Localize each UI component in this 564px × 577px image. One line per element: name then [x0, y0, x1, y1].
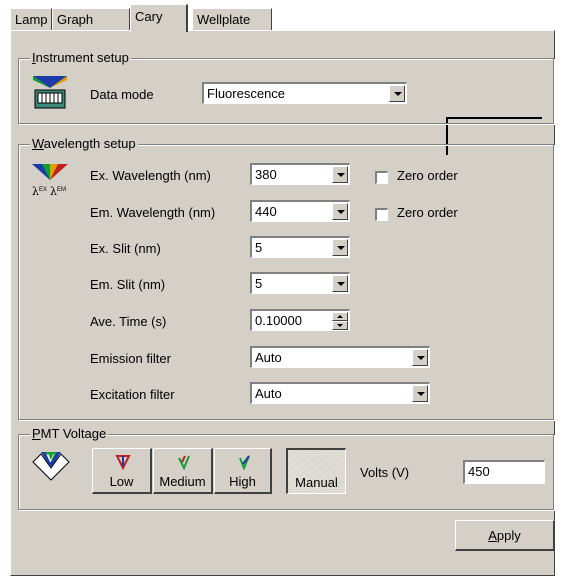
chevron-down-icon[interactable] [332, 275, 348, 292]
emission-filter-value: Auto [255, 350, 282, 365]
chevron-down-icon[interactable] [332, 203, 348, 220]
low-voltage-button[interactable]: Low [92, 448, 152, 494]
instrument-setup-title: Instrument setup [30, 50, 131, 65]
data-mode-label: Data mode [90, 87, 154, 102]
high-voltage-label: High [229, 474, 256, 489]
excitation-filter-label: Excitation filter [90, 387, 175, 402]
data-mode-value: Fluorescence [207, 86, 286, 101]
spin-down-icon[interactable] [332, 321, 348, 330]
apply-button[interactable]: Apply [455, 520, 555, 551]
em-slit-label: Em. Slit (nm) [90, 277, 166, 292]
em-wavelength-select[interactable]: 440 [250, 200, 350, 222]
volts-label: Volts (V) [360, 465, 410, 480]
svg-text:EX: EX [39, 187, 47, 193]
spin-up-icon[interactable] [332, 312, 348, 321]
volts-input[interactable]: 450 [463, 460, 545, 484]
ave-time-value: 0.10000 [255, 313, 302, 328]
em-wavelength-label: Em. Wavelength (nm) [90, 205, 216, 220]
medium-voltage-icon [178, 455, 190, 470]
zero-order-ex-label: Zero order [397, 168, 458, 183]
ex-wavelength-value: 380 [255, 167, 277, 182]
manual-voltage-label: Manual [295, 475, 338, 490]
wavelength-setup-title: Wavelength setup [30, 136, 138, 151]
emission-filter-select[interactable]: Auto [250, 346, 430, 368]
volts-value: 450 [468, 464, 490, 479]
manual-voltage-button[interactable]: Manual [286, 448, 346, 494]
low-voltage-icon [115, 455, 131, 470]
tab-cary[interactable]: Cary [130, 4, 188, 32]
data-mode-select[interactable]: Fluorescence [202, 82, 407, 104]
wavelength-icon: λ EX λ EM [32, 164, 68, 198]
medium-voltage-label: Medium [159, 474, 206, 489]
em-slit-select[interactable]: 5 [250, 272, 350, 294]
ave-time-spinner[interactable]: 0.10000 [250, 309, 350, 331]
ex-wavelength-label: Ex. Wavelength (nm) [90, 168, 211, 183]
svg-text:λ: λ [50, 185, 57, 198]
zero-order-em-label: Zero order [397, 205, 458, 220]
ex-slit-value: 5 [255, 240, 263, 255]
em-slit-value: 5 [255, 276, 263, 291]
high-voltage-button[interactable]: High [214, 448, 272, 494]
pmt-voltage-title: PMT Voltage [30, 426, 109, 441]
high-voltage-icon [239, 455, 250, 470]
chevron-down-icon[interactable] [389, 85, 405, 102]
tab-lamp[interactable]: Lamp [10, 8, 52, 31]
chevron-down-icon[interactable] [412, 385, 428, 402]
zero-order-ex-checkbox[interactable] [375, 171, 388, 184]
zero-order-em-checkbox[interactable] [375, 208, 388, 221]
tab-graph[interactable]: Graph [52, 8, 130, 31]
medium-voltage-button[interactable]: Medium [153, 448, 213, 494]
tab-wellplate[interactable]: Wellplate [192, 8, 272, 31]
svg-text:λ: λ [32, 185, 39, 198]
instrument-icon [33, 76, 67, 109]
ex-slit-select[interactable]: 5 [250, 236, 350, 258]
ex-wavelength-select[interactable]: 380 [250, 163, 350, 185]
emission-filter-label: Emission filter [90, 351, 171, 366]
ex-slit-label: Ex. Slit (nm) [90, 241, 161, 256]
svg-text:V: V [46, 451, 55, 465]
svg-text:EM: EM [57, 187, 66, 193]
chevron-down-icon[interactable] [412, 349, 428, 366]
pmt-icon: V [32, 451, 70, 481]
ave-time-label: Ave. Time (s) [90, 314, 167, 329]
low-voltage-label: Low [109, 474, 134, 489]
em-wavelength-value: 440 [255, 204, 277, 219]
excitation-filter-select[interactable]: Auto [250, 382, 430, 404]
chevron-down-icon[interactable] [332, 239, 348, 256]
chevron-down-icon[interactable] [332, 166, 348, 183]
excitation-filter-value: Auto [255, 386, 282, 401]
